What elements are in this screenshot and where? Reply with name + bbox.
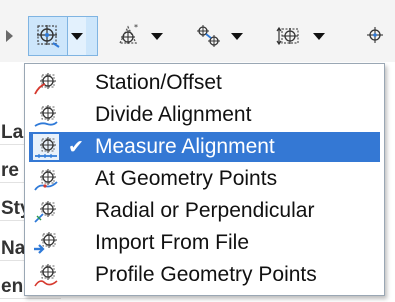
toolbar-overflow-chevron-icon[interactable] xyxy=(6,30,13,42)
point-new-icon: * xyxy=(118,23,138,44)
elevation-dropdown-button[interactable] xyxy=(310,17,328,55)
menu-item-profile-geometry-points[interactable]: Profile Geometry Points xyxy=(29,260,380,290)
menu-item-import-from-file[interactable]: Import From File xyxy=(29,228,380,258)
caret-down-icon xyxy=(231,32,243,40)
measure-alignment-icon xyxy=(33,134,59,160)
menu-item-label: Profile Geometry Points xyxy=(95,263,317,286)
point-elevation-icon xyxy=(276,26,299,46)
points-new-button[interactable]: * xyxy=(110,17,148,55)
menu-item-radial-or-perpendicular[interactable]: Radial or Perpendicular xyxy=(29,196,380,226)
app-window: * La re Sty Na en Station/Offset Divide … xyxy=(0,0,395,302)
profile-geometry-icon xyxy=(34,264,58,287)
point-interpolate-icon xyxy=(197,25,220,47)
checkmark-icon: ✔ xyxy=(68,136,84,158)
interpolate-split-button[interactable] xyxy=(190,16,252,56)
caret-down-icon xyxy=(313,32,325,40)
geometry-points-icon xyxy=(34,169,58,191)
menu-item-at-geometry-points[interactable]: At Geometry Points xyxy=(29,164,380,194)
create-point-split-button[interactable] xyxy=(28,16,98,56)
menu-item-label: Station/Offset xyxy=(95,71,222,94)
create-point-dropdown-button[interactable] xyxy=(67,17,86,55)
menu-item-label: Measure Alignment xyxy=(95,135,275,158)
menu-item-measure-alignment[interactable]: ✔ Measure Alignment xyxy=(29,132,380,162)
radial-perpendicular-icon xyxy=(34,201,56,223)
caret-down-icon xyxy=(151,32,163,40)
menu-item-label: Radial or Perpendicular xyxy=(95,199,315,222)
interpolate-dropdown-button[interactable] xyxy=(228,17,246,55)
interpolate-button[interactable] xyxy=(190,17,228,55)
divide-alignment-icon xyxy=(34,105,58,127)
import-file-icon xyxy=(34,232,57,254)
menu-item-station-offset[interactable]: Station/Offset xyxy=(29,68,380,98)
menu-item-label: At Geometry Points xyxy=(95,167,278,190)
caret-down-icon xyxy=(71,32,83,40)
points-new-dropdown-button[interactable] xyxy=(148,17,166,55)
menu-item-label: Divide Alignment xyxy=(95,103,252,126)
create-point-button[interactable] xyxy=(29,17,67,55)
menu-item-divide-alignment[interactable]: Divide Alignment xyxy=(29,100,380,130)
more-tools-button[interactable] xyxy=(355,16,395,56)
point-crosshair-icon xyxy=(37,25,60,48)
dropdown-menu: Station/Offset Divide Alignment ✔ Measur… xyxy=(24,63,385,296)
toolbar: * xyxy=(0,0,395,63)
points-new-split-button[interactable]: * xyxy=(110,16,170,56)
svg-text:*: * xyxy=(134,23,138,32)
menu-item-label: Import From File xyxy=(95,231,250,254)
elevation-button[interactable] xyxy=(272,17,310,55)
elevation-split-button[interactable] xyxy=(272,16,334,56)
more-tools-icon-button[interactable] xyxy=(355,17,393,55)
station-offset-icon xyxy=(34,73,56,95)
point-settings-icon xyxy=(367,27,383,43)
